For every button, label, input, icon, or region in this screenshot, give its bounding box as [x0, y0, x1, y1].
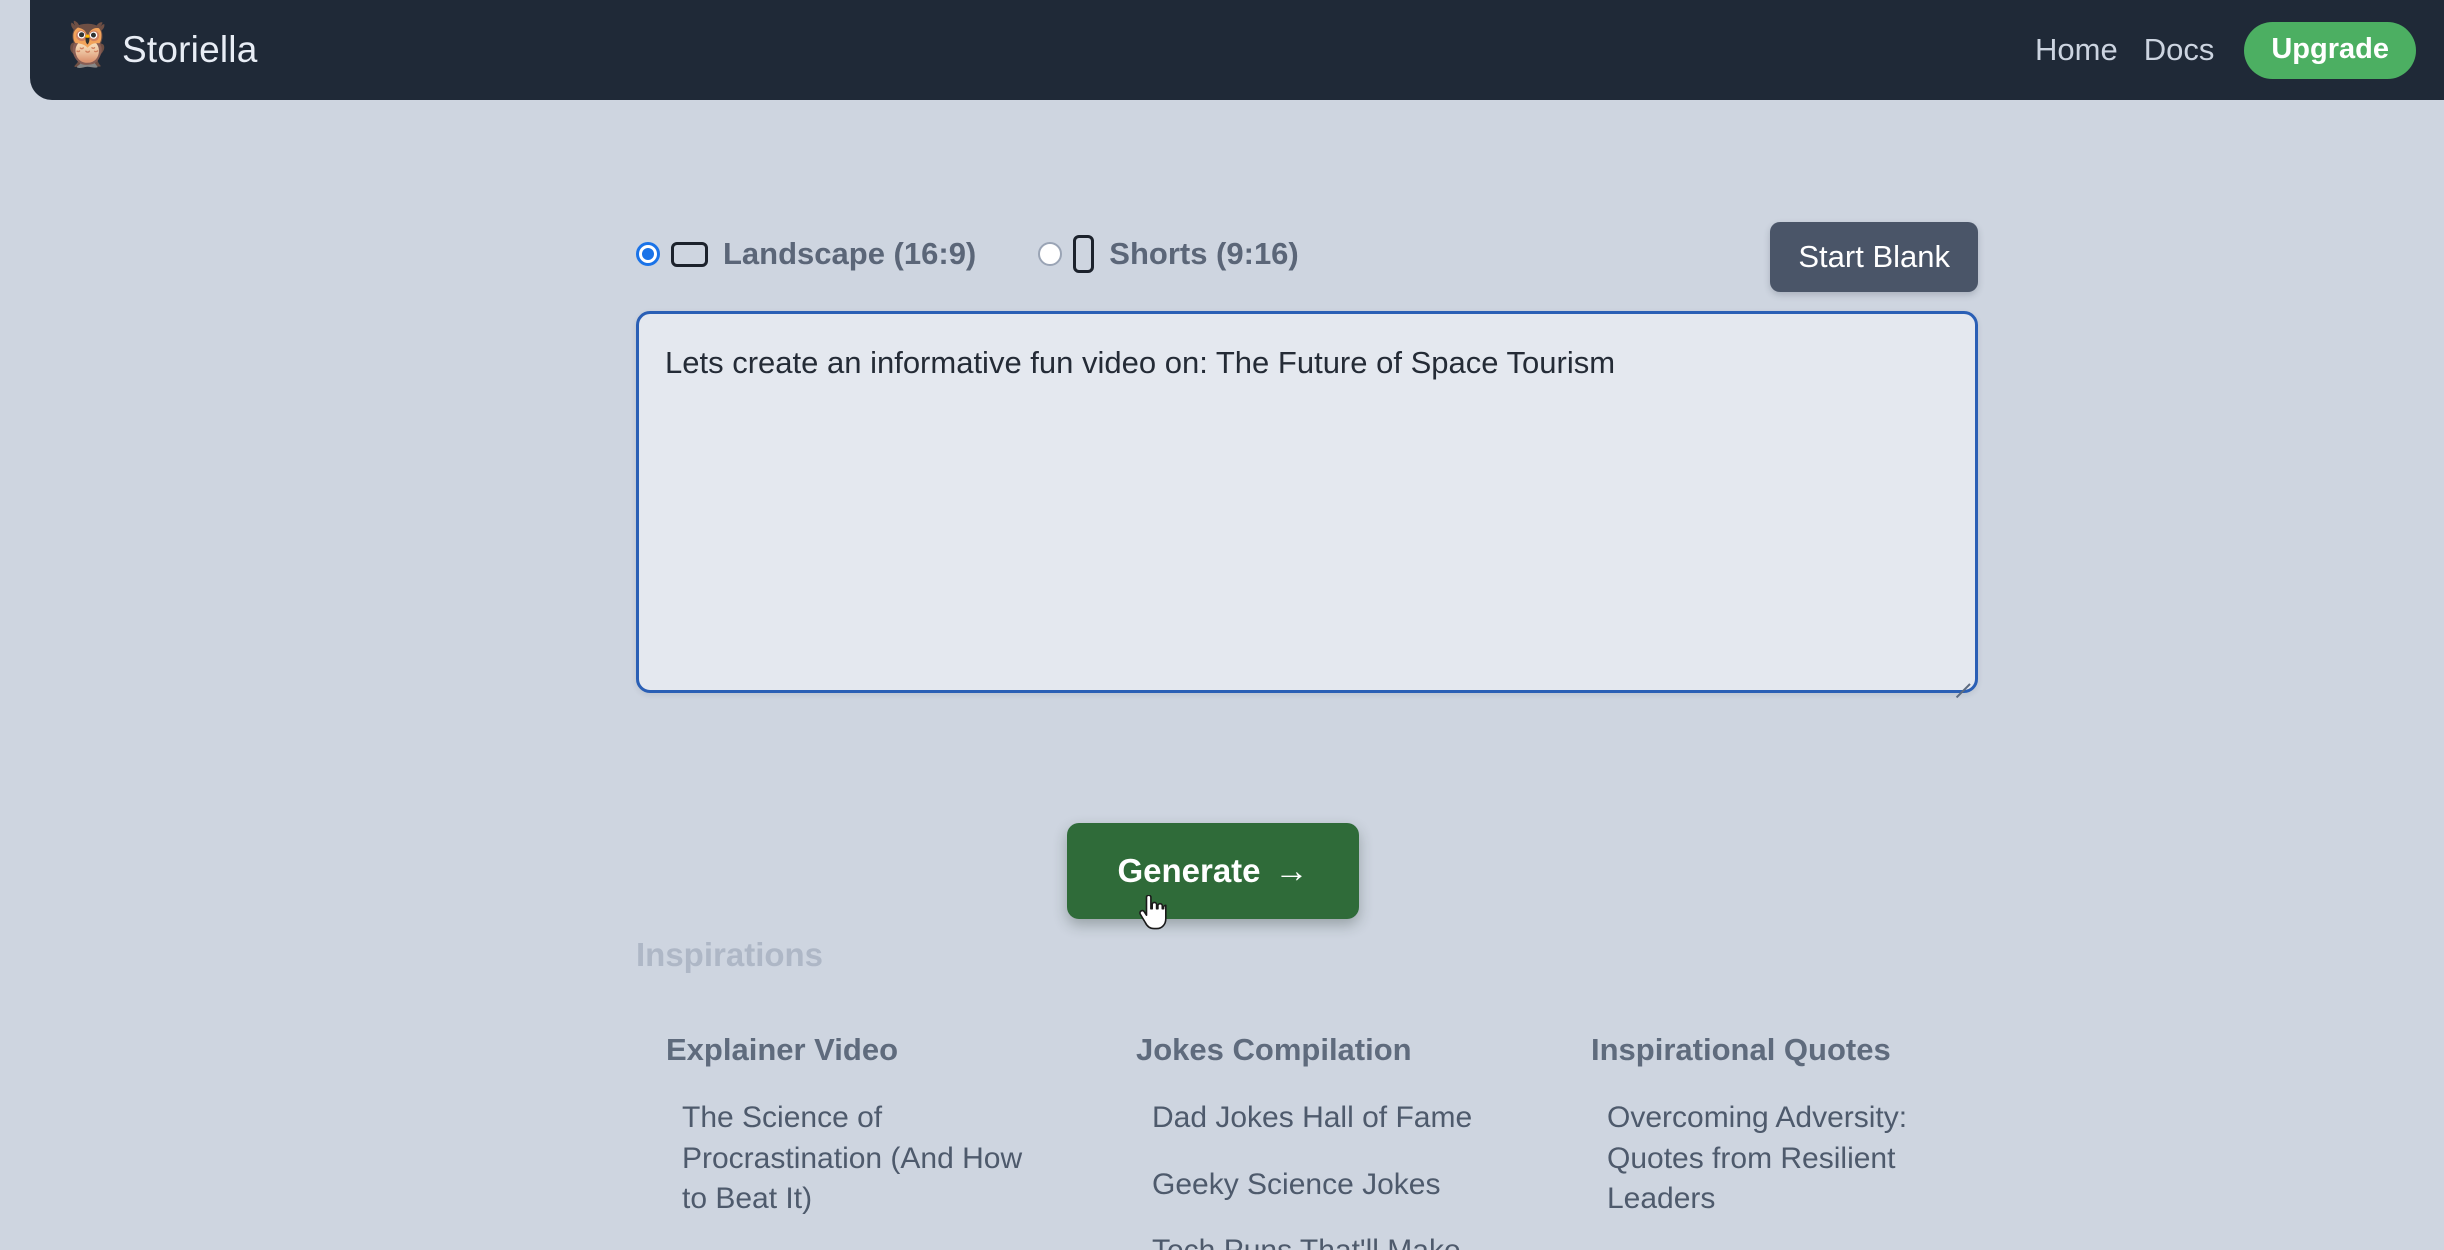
inspiration-column-title: Explainer Video	[666, 1032, 899, 1067]
main-content: Landscape (16:9) Shorts (9:16) Start Bla…	[0, 100, 2444, 1250]
inspiration-item[interactable]: The Science of Procrastination (And How …	[682, 1098, 1042, 1220]
inspiration-column-explainer-video: Explainer Video The Science of Procrasti…	[636, 1032, 1106, 1250]
prompt-input[interactable]	[636, 311, 1978, 693]
landscape-rect-icon	[671, 241, 708, 267]
inspiration-item[interactable]: Overcoming Adversity: Quotes from Resili…	[1607, 1098, 1947, 1220]
inspiration-item[interactable]: Empowering Quotes for Personal Growth	[1607, 1246, 1947, 1250]
ratio-label-shorts: Shorts (9:16)	[1109, 236, 1299, 271]
generate-button-label: Generate	[1117, 852, 1261, 889]
inspiration-item[interactable]: Geeky Science Jokes	[1152, 1165, 1482, 1206]
brand-name: Storiella	[122, 29, 258, 70]
radio-shorts[interactable]	[1038, 242, 1063, 266]
inspiration-item[interactable]: How Social Media Algorithms Actually Wor…	[682, 1246, 1042, 1250]
nav-link-home[interactable]: Home	[2035, 32, 2118, 68]
inspirations-grid: Explainer Video The Science of Procrasti…	[636, 1032, 2136, 1250]
ratio-label-landscape: Landscape (16:9)	[723, 236, 977, 271]
inspiration-column-jokes-compilation: Jokes Compilation Dad Jokes Hall of Fame…	[1106, 1032, 1561, 1250]
nav-link-docs[interactable]: Docs	[2144, 32, 2215, 68]
inspiration-item[interactable]: Tech Puns That'll Make You LOL	[1152, 1231, 1482, 1250]
arrow-right-icon: →	[1274, 852, 1309, 890]
inspiration-column-title: Jokes Compilation	[1136, 1032, 1412, 1067]
inspirations-section: Inspirations Explainer Video The Science…	[636, 936, 2136, 1250]
app-header: 🦉 Storiella Home Docs Upgrade	[30, 0, 2444, 100]
radio-landscape[interactable]	[636, 242, 660, 266]
header-nav: Home Docs Upgrade	[2035, 21, 2416, 79]
generate-button[interactable]: Generate →	[1067, 823, 1359, 919]
owl-logo-icon: 🦉	[60, 20, 115, 69]
upgrade-button[interactable]: Upgrade	[2244, 21, 2416, 79]
inspiration-column-title: Inspirational Quotes	[1591, 1032, 1891, 1067]
inspirations-title: Inspirations	[636, 936, 824, 973]
portrait-phone-icon	[1073, 235, 1095, 273]
ratio-option-shorts[interactable]: Shorts (9:16)	[1038, 235, 1299, 273]
start-blank-button[interactable]: Start Blank	[1770, 222, 1978, 293]
brand[interactable]: 🦉 Storiella	[60, 23, 257, 77]
ratio-option-landscape[interactable]: Landscape (16:9)	[636, 236, 976, 272]
inspiration-item[interactable]: Dad Jokes Hall of Fame	[1152, 1098, 1482, 1139]
composer-panel: Landscape (16:9) Shorts (9:16) Start Bla…	[636, 220, 1978, 693]
inspiration-column-inspirational-quotes: Inspirational Quotes Overcoming Adversit…	[1561, 1032, 2016, 1250]
prompt-wrapper	[636, 311, 1978, 693]
aspect-ratio-row: Landscape (16:9) Shorts (9:16) Start Bla…	[636, 220, 1978, 293]
